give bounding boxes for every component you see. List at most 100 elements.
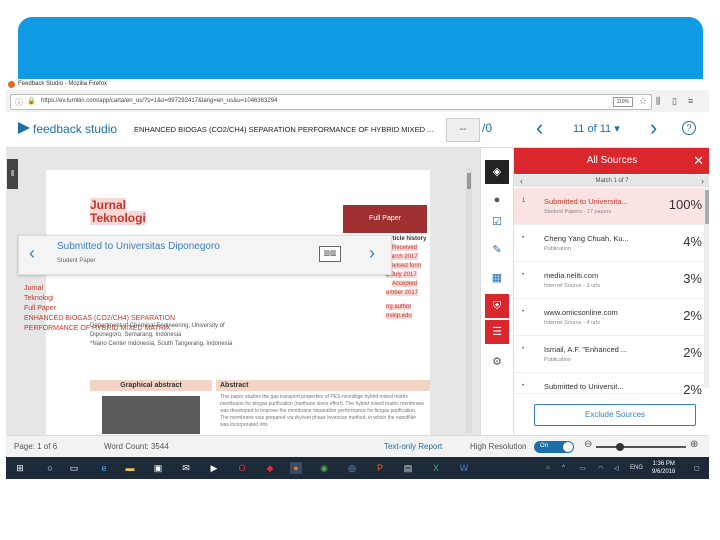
network-icon[interactable]: ⌂ (546, 465, 550, 471)
full-paper-badge: Full Paper (343, 205, 427, 233)
match-label: Match 1 of 7 (595, 178, 629, 184)
checkmark-icon[interactable]: ☑ (485, 210, 509, 234)
zoom-level[interactable]: 110% (612, 97, 633, 107)
word-count: Word Count: 3544 (104, 442, 169, 451)
battery-icon[interactable]: ▭ (580, 465, 586, 472)
firefox-taskbar-icon[interactable]: ● (290, 462, 302, 474)
source-name[interactable]: Cheng Yang Chuah, Ku... (544, 234, 629, 243)
windows-start-icon[interactable]: ⊞ (14, 462, 26, 474)
layers-icon[interactable]: ◈ (485, 160, 509, 184)
prev-source-button[interactable]: ‹ (520, 175, 523, 187)
zoom-out-icon[interactable]: ⊖ (584, 439, 592, 450)
opera-icon[interactable]: O (236, 462, 248, 474)
source-percent: 3% (683, 271, 702, 286)
side-toolbar: ◈ ● ☑ ✎ ▦ ⛨ ☰ ⚙ (480, 148, 513, 435)
sources-title: All Sources (586, 155, 638, 166)
clock-date: 9/6/2018 (652, 469, 676, 475)
match-selector[interactable]: 11 of 11 ▾ (573, 122, 620, 135)
next-match-button[interactable]: › (650, 116, 657, 140)
journal-title-line-1: Jurnal (90, 198, 127, 212)
grade-field[interactable]: -- (446, 118, 480, 142)
source-percent: 2% (683, 345, 702, 360)
library-icon[interactable]: ⫼ (656, 96, 660, 107)
source-name[interactable]: Submitted to Universita... (544, 197, 628, 206)
mail-icon[interactable]: ✉ (180, 462, 192, 474)
matched-text: Jurnal Teknologi Full Paper ENHANCED BIO… (24, 284, 175, 334)
powerpoint-icon[interactable]: P (374, 462, 386, 474)
wifi-icon[interactable]: ◠ (598, 465, 603, 472)
url-field[interactable]: ⓘ 🔒 https://ev.turnitin.com/app/carta/en… (10, 94, 652, 110)
edge-icon[interactable]: e (98, 462, 110, 474)
source-row[interactable]: • Submitted to Universit... 2% (514, 373, 704, 397)
source-name[interactable]: Ismail, A.F. "Enhanced ... (544, 345, 627, 354)
app-icon[interactable]: ◆ (264, 462, 276, 474)
sources-scrollbar[interactable] (704, 188, 709, 388)
scroll-thumb[interactable] (467, 173, 471, 189)
store-icon[interactable]: ▣ (152, 462, 164, 474)
scroll-thumb[interactable] (705, 190, 709, 224)
tray-arrow-icon[interactable]: ^ (562, 465, 565, 471)
source-row[interactable]: • Cheng Yang Chuah, Ku... Publication 4% (514, 225, 704, 262)
info-icon[interactable]: ⓘ (15, 97, 23, 108)
menu-icon[interactable]: ≡ (688, 96, 693, 106)
similarity-shield-icon[interactable]: ⛨ (485, 294, 509, 318)
app-icon[interactable]: ▤ (402, 462, 414, 474)
popup-source-title[interactable]: Submitted to Universitas Diponegoro (57, 241, 220, 252)
source-name[interactable]: www.omicsonline.com (544, 308, 618, 317)
source-number: 1 (522, 198, 526, 204)
source-name[interactable]: media.neliti.com (544, 271, 598, 280)
bullet-icon: • (522, 235, 525, 241)
source-row[interactable]: • media.neliti.com Internet Source - 3 u… (514, 262, 704, 299)
history-line: ember 2017 (386, 290, 419, 296)
settings-gear-icon[interactable]: ⚙ (485, 350, 509, 374)
sidebar-icon[interactable]: ▯ (672, 96, 677, 107)
firefox-icon (8, 81, 15, 88)
help-icon[interactable]: ? (682, 121, 696, 135)
file-explorer-icon[interactable]: ▬ (124, 462, 136, 474)
close-icon[interactable]: ✕ (693, 148, 704, 174)
high-resolution-label: High Resolution (470, 442, 527, 451)
next-source-button[interactable]: › (701, 175, 704, 187)
prev-match-button[interactable]: ‹ (536, 116, 543, 140)
browser-icon[interactable]: ◎ (346, 462, 358, 474)
source-type: Internet Source - 3 urls (544, 283, 600, 289)
volume-icon[interactable]: ◁ (614, 465, 619, 472)
bullet-icon: • (522, 346, 525, 352)
high-resolution-toggle[interactable]: On (534, 441, 574, 453)
source-row[interactable]: 1 Submitted to Universita... Student Pap… (514, 188, 704, 225)
popup-prev-button[interactable]: ‹ (29, 243, 35, 264)
text-only-report-link[interactable]: Text-only Report (384, 442, 442, 451)
task-view-icon[interactable]: ▭ (68, 462, 80, 474)
source-name[interactable]: Submitted to Universit... (544, 382, 624, 391)
book-icon[interactable]: ▥▥ (319, 246, 341, 262)
chrome-icon[interactable]: ◉ (318, 462, 330, 474)
filter-icon[interactable]: ☰ (485, 320, 509, 344)
grading-icon[interactable]: ● (485, 188, 509, 212)
bookmark-star-icon[interactable]: ☆ (639, 96, 647, 107)
source-row[interactable]: • www.omicsonline.com Internet Source - … (514, 299, 704, 336)
matched-line: Jurnal (24, 285, 44, 292)
zoom-in-icon[interactable]: ⊕ (690, 439, 698, 450)
clock[interactable]: 1:36 PM 9/6/2018 (652, 460, 675, 476)
popup-next-button[interactable]: › (369, 243, 375, 264)
windows-taskbar: ⊞ ○ ▭ e ▬ ▣ ✉ ▶ O ◆ ● ◉ ◎ P ▤ X W ⌂ ^ ▭ … (6, 457, 709, 479)
lock-icon: 🔒 (27, 98, 36, 105)
edit-icon[interactable]: ✎ (485, 238, 509, 262)
word-icon[interactable]: W (458, 462, 470, 474)
exclude-sources-button[interactable]: Exclude Sources (534, 404, 696, 426)
bullet-icon: • (522, 383, 525, 389)
zoom-slider-knob[interactable] (616, 443, 624, 451)
source-row[interactable]: • Ismail, A.F. "Enhanced ... Publication… (514, 336, 704, 373)
notifications-icon[interactable]: ▢ (694, 465, 700, 472)
zoom-slider[interactable] (596, 443, 686, 451)
media-icon[interactable]: ▶ (208, 462, 220, 474)
document-scrollbar[interactable] (466, 168, 472, 433)
excel-icon[interactable]: X (430, 462, 442, 474)
panel-toggle-button[interactable]: ‖ (7, 159, 18, 189)
chevron-down-icon: ▾ (614, 123, 620, 135)
window-titlebar: Feedback Studio - Mozilla Firefox (6, 79, 709, 90)
search-icon[interactable]: ○ (44, 462, 56, 474)
grid-icon[interactable]: ▦ (485, 266, 509, 290)
language-indicator[interactable]: ENG (630, 465, 643, 471)
graphical-abstract-image (102, 396, 200, 434)
